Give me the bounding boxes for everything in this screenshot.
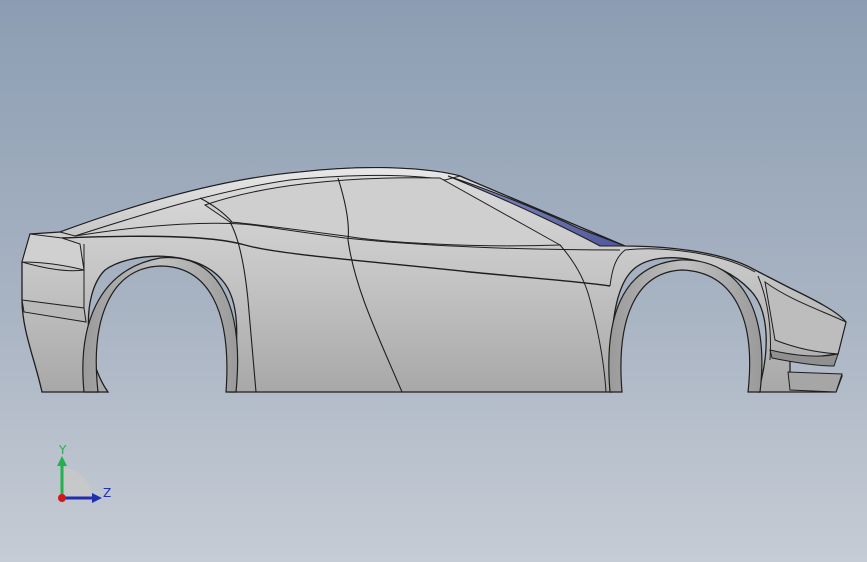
y-axis-label: Y xyxy=(58,443,67,457)
front-splitter xyxy=(787,371,843,393)
coordinate-triad: Y Z xyxy=(40,440,130,520)
z-axis-label: Z xyxy=(103,486,111,500)
rear-wheel-arch xyxy=(82,256,239,393)
y-axis-arrow xyxy=(57,456,67,466)
car-body-model[interactable] xyxy=(0,0,867,562)
triad-plane-quadrant xyxy=(62,468,92,498)
z-axis-arrow xyxy=(92,493,102,503)
origin-dot xyxy=(58,494,66,502)
graphics-viewport[interactable]: Y Z xyxy=(0,0,867,562)
